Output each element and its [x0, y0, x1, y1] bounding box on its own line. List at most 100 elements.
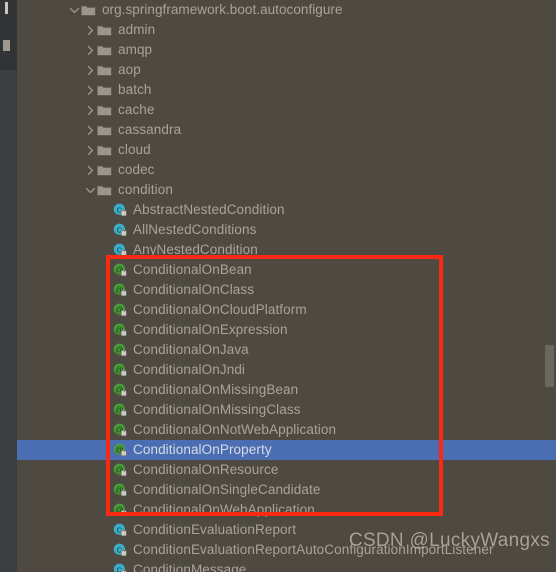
class-icon: C	[113, 220, 129, 240]
vertical-scrollbar[interactable]	[544, 0, 556, 572]
class-icon: C	[113, 520, 129, 540]
chevron-right-icon[interactable]	[84, 140, 97, 160]
tree-row[interactable]: @ ConditionalOnNotWebApplication	[17, 420, 556, 440]
tree-row-label: ConditionalOnNotWebApplication	[133, 422, 337, 437]
chevron-right-icon[interactable]	[84, 120, 97, 140]
tree-row-label: ConditionalOnProperty	[133, 442, 272, 457]
tree-row[interactable]: aop	[17, 60, 556, 80]
chevron-right-icon[interactable]	[84, 40, 97, 60]
annotation-icon: @	[113, 400, 129, 420]
tree-row-label: cassandra	[118, 122, 182, 137]
tree-row[interactable]: @ ConditionalOnJndi	[17, 360, 556, 380]
tree-expander-placeholder	[100, 220, 113, 240]
tree-row[interactable]: codec	[17, 160, 556, 180]
tree-row[interactable]: @ ConditionalOnExpression	[17, 320, 556, 340]
tree-row[interactable]: cassandra	[17, 120, 556, 140]
tree-row[interactable]: @ ConditionalOnProperty	[17, 440, 556, 460]
folder-icon	[97, 40, 113, 60]
chevron-right-icon[interactable]	[84, 160, 97, 180]
tree-row[interactable]: @ ConditionalOnSingleCandidate	[17, 480, 556, 500]
tree-row[interactable]: C ConditionEvaluationReport	[17, 520, 556, 540]
tree-expander-placeholder	[100, 400, 113, 420]
tree-row-label: admin	[118, 22, 156, 37]
tree-row[interactable]: C AllNestedConditions	[17, 220, 556, 240]
tree-row-label: ConditionalOnWebApplication	[133, 502, 315, 517]
tree-row[interactable]: @ ConditionalOnResource	[17, 460, 556, 480]
tree-row[interactable]: @ ConditionalOnCloudPlatform	[17, 300, 556, 320]
tree-row[interactable]: batch	[17, 80, 556, 100]
tree-row-label: cloud	[118, 142, 151, 157]
tree-expander-placeholder	[100, 420, 113, 440]
tree-row[interactable]: C ConditionEvaluationReportAutoConfigurat…	[17, 540, 556, 560]
tree-expander-placeholder	[100, 460, 113, 480]
class-icon: C	[113, 560, 129, 572]
tree-row-label: org.springframework.boot.autoconfigure	[102, 2, 343, 17]
annotation-icon: @	[113, 460, 129, 480]
chevron-right-icon[interactable]	[84, 60, 97, 80]
tree-expander-placeholder	[100, 320, 113, 340]
annotation-icon: @	[113, 360, 129, 380]
annotation-icon: @	[113, 320, 129, 340]
folder-icon	[97, 60, 113, 80]
tree-row-label: ConditionEvaluationReport	[133, 522, 297, 537]
file-tree[interactable]: org.springframework.boot.autoconfigure ad…	[17, 0, 556, 572]
tree-row-label: aop	[118, 62, 141, 77]
tree-row[interactable]: @ ConditionalOnClass	[17, 280, 556, 300]
tree-row[interactable]: cloud	[17, 140, 556, 160]
annotation-icon: @	[113, 500, 129, 520]
tree-expander-placeholder	[100, 360, 113, 380]
tree-row-label: ConditionalOnJava	[133, 342, 249, 357]
tree-row[interactable]: org.springframework.boot.autoconfigure	[17, 0, 556, 20]
annotation-icon: @	[113, 440, 129, 460]
tree-expander-placeholder	[100, 260, 113, 280]
tree-row-label: ConditionalOnBean	[133, 262, 252, 277]
scrollbar-thumb[interactable]	[545, 345, 554, 387]
tree-row[interactable]: C ConditionMessage	[17, 560, 556, 572]
tree-row[interactable]: C AbstractNestedCondition	[17, 200, 556, 220]
tree-row[interactable]: C AnyNestedCondition	[17, 240, 556, 260]
class-icon: C	[113, 200, 129, 220]
tree-row[interactable]: cache	[17, 100, 556, 120]
annotation-icon: @	[113, 300, 129, 320]
chevron-down-icon[interactable]	[84, 180, 97, 200]
tree-row-label: batch	[118, 82, 152, 97]
chevron-down-icon[interactable]	[68, 0, 81, 20]
annotation-icon: @	[113, 260, 129, 280]
tree-row-label: ConditionalOnCloudPlatform	[133, 302, 307, 317]
tree-row[interactable]: @ ConditionalOnMissingClass	[17, 400, 556, 420]
gutter-mark	[5, 2, 8, 14]
tree-row-label: ConditionalOnResource	[133, 462, 279, 477]
tree-row-label: ConditionalOnJndi	[133, 362, 246, 377]
tree-row[interactable]: condition	[17, 180, 556, 200]
tree-expander-placeholder	[100, 200, 113, 220]
tree-expander-placeholder	[100, 240, 113, 260]
class-icon: C	[113, 540, 129, 560]
tree-row[interactable]: @ ConditionalOnWebApplication	[17, 500, 556, 520]
tree-expander-placeholder	[100, 560, 113, 572]
tree-row[interactable]: @ ConditionalOnBean	[17, 260, 556, 280]
tree-row-label: ConditionalOnMissingBean	[133, 382, 299, 397]
tree-row[interactable]: admin	[17, 20, 556, 40]
tree-expander-placeholder	[100, 380, 113, 400]
tree-row-label: AllNestedConditions	[133, 222, 257, 237]
chevron-right-icon[interactable]	[84, 20, 97, 40]
chevron-right-icon[interactable]	[84, 80, 97, 100]
gutter-mark	[3, 40, 10, 51]
folder-icon	[97, 100, 113, 120]
tree-row[interactable]: @ ConditionalOnJava	[17, 340, 556, 360]
annotation-icon: @	[113, 340, 129, 360]
folder-icon	[97, 160, 113, 180]
tree-row[interactable]: amqp	[17, 40, 556, 60]
tree-row-label: AbstractNestedCondition	[133, 202, 285, 217]
tree-row-label: codec	[118, 162, 155, 177]
tree-row-label: ConditionEvaluationReportAutoConfigurati…	[133, 542, 494, 557]
tree-row[interactable]: @ ConditionalOnMissingBean	[17, 380, 556, 400]
tree-expander-placeholder	[100, 540, 113, 560]
tree-row-label: ConditionalOnMissingClass	[133, 402, 301, 417]
chevron-right-icon[interactable]	[84, 100, 97, 120]
folder-icon	[97, 20, 113, 40]
tree-row-label: amqp	[118, 42, 153, 57]
tree-expander-placeholder	[100, 500, 113, 520]
annotation-icon: @	[113, 280, 129, 300]
tree-row-label: condition	[118, 182, 173, 197]
